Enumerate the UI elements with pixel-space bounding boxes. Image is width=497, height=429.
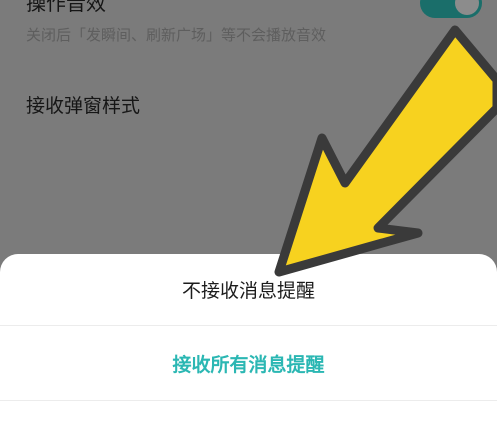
popup-style-setting[interactable]: 接收弹窗样式 xyxy=(26,91,140,118)
operation-sound-toggle[interactable] xyxy=(420,0,482,18)
reminder-bottom-sheet: 不接收消息提醒 接收所有消息提醒 xyxy=(0,254,497,429)
divider xyxy=(0,400,497,401)
operation-sound-title: 操作音效 xyxy=(26,0,106,15)
option-all-reminders[interactable]: 接收所有消息提醒 xyxy=(0,350,497,380)
operation-sound-description: 关闭后「发瞬间、刷新广场」等不会播放音效 xyxy=(26,26,327,44)
toggle-knob xyxy=(455,0,479,15)
option-no-reminder[interactable]: 不接收消息提醒 xyxy=(0,276,497,306)
divider xyxy=(0,325,497,326)
